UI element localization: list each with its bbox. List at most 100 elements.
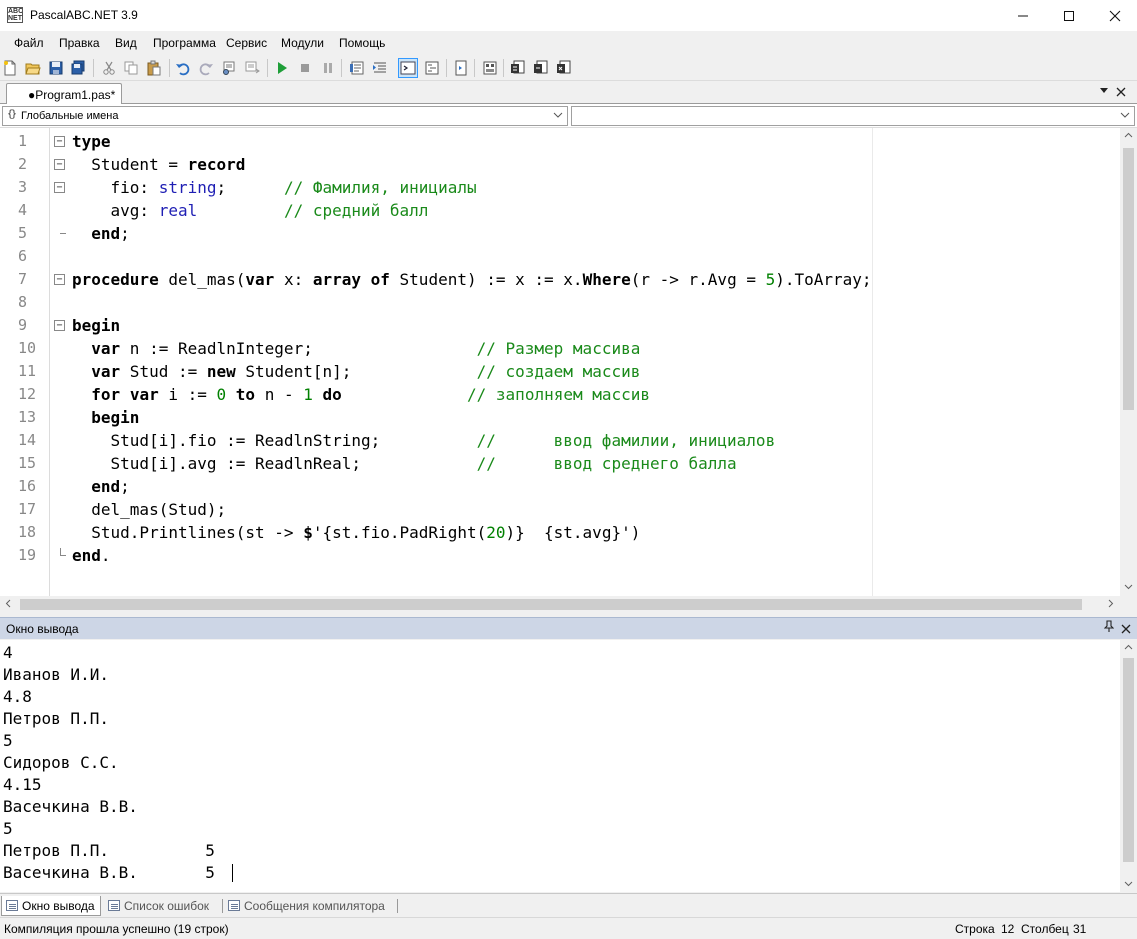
run-button[interactable] [272, 58, 292, 78]
format-code-button[interactable] [422, 58, 442, 78]
line-number: 13 [18, 408, 37, 426]
comment-button[interactable] [347, 58, 367, 78]
code-text: Stud[i].fio := ReadlnString; // ввод фам… [72, 431, 776, 450]
status-bar: Компиляция прошла успешно (19 строк) Стр… [0, 917, 1137, 939]
code-line: 3 − fio: string; // Фамилия, инициалы [0, 176, 1120, 199]
tab-compiler-messages[interactable]: Сообщения компилятора [224, 896, 394, 916]
status-message: Компиляция прошла успешно (19 строк) [4, 922, 229, 936]
code-text: begin [91, 408, 140, 427]
pause-icon [324, 63, 332, 73]
output-line: 5 [3, 731, 13, 750]
menu-bar: Файл Правка Вид Программа Сервис Модули … [0, 31, 1137, 54]
menu-service[interactable]: Сервис [226, 36, 267, 50]
step-icon [455, 60, 467, 76]
minimize-icon [1018, 15, 1028, 16]
tab-label: Список ошибок [124, 899, 210, 913]
maximize-icon [1064, 10, 1074, 21]
copy-button[interactable] [121, 58, 141, 78]
close-output-button[interactable] [1121, 619, 1131, 638]
save-all-button[interactable] [68, 58, 88, 78]
toolbar-separator [341, 59, 342, 77]
stop-button[interactable] [295, 58, 315, 78]
play-icon [278, 62, 287, 74]
tab-program1[interactable]: ●Program1.pas* [6, 83, 122, 105]
menu-edit[interactable]: Правка [59, 36, 100, 50]
fold-toggle-icon[interactable]: − [54, 320, 65, 331]
undo-button[interactable] [173, 58, 193, 78]
line-number: 16 [18, 477, 37, 495]
code-line: 6 [0, 245, 1120, 268]
menu-view[interactable]: Вид [115, 36, 137, 50]
code-editor[interactable]: 1 − type 2 − Student = record 3 − fio: s… [0, 128, 1137, 596]
pin-icon[interactable] [1103, 620, 1115, 635]
find-button[interactable] [219, 58, 239, 78]
scroll-thumb[interactable] [1123, 658, 1134, 862]
editor-horizontal-scrollbar[interactable] [0, 596, 1120, 613]
output-line: Иванов И.И. [3, 665, 109, 684]
fold-end-marker [60, 548, 66, 556]
module-c-button[interactable] [554, 58, 574, 78]
new-file-button[interactable] [0, 58, 20, 78]
menu-help[interactable]: Помощь [339, 36, 385, 50]
fold-toggle-icon[interactable]: − [54, 159, 65, 170]
scroll-thumb[interactable] [1123, 148, 1134, 410]
tab-error-list[interactable]: Список ошибок [104, 896, 222, 916]
scroll-thumb[interactable] [20, 599, 1082, 610]
redo-button[interactable] [196, 58, 216, 78]
close-window-button[interactable] [1092, 0, 1137, 31]
code-text: Student = record [72, 155, 246, 174]
tab-output-window[interactable]: Окно вывода [1, 896, 101, 916]
line-number: 7 [18, 270, 28, 288]
scroll-down-icon[interactable] [1124, 879, 1133, 891]
menu-file[interactable]: Файл [14, 36, 44, 50]
line-number: 11 [18, 362, 37, 380]
pause-button[interactable] [318, 58, 338, 78]
open-folder-icon [25, 63, 41, 75]
scroll-right-icon[interactable] [1106, 599, 1115, 611]
toolbar-separator [446, 59, 447, 77]
editor-vertical-scrollbar[interactable] [1120, 128, 1137, 596]
scroll-left-icon[interactable] [4, 599, 13, 611]
scroll-up-icon[interactable] [1124, 643, 1133, 655]
menu-program[interactable]: Программа [153, 36, 216, 50]
menu-modules[interactable]: Модули [281, 36, 324, 50]
module-b-button[interactable] [531, 58, 551, 78]
module-a-button[interactable] [508, 58, 528, 78]
code-line: 18 Stud.Printlines(st -> $'{st.fio.PadRi… [0, 521, 1120, 544]
tab-label: Сообщения компилятора [244, 899, 385, 913]
output-window[interactable]: 4 Иванов И.И. 4.8 Петров П.П. 5 Сидоров … [0, 640, 1137, 892]
tab-list-dropdown-icon[interactable] [1100, 88, 1108, 93]
replace-icon [245, 61, 260, 74]
scope-select-value: Глобальные имена [21, 110, 119, 122]
minimize-button[interactable] [1000, 0, 1046, 31]
maximize-button[interactable] [1046, 0, 1092, 31]
scroll-up-icon[interactable] [1124, 131, 1133, 143]
tab-separator [397, 899, 398, 913]
module-icon [511, 60, 525, 74]
save-button[interactable] [46, 58, 66, 78]
format-icon [425, 61, 439, 75]
output-vertical-scrollbar[interactable] [1120, 640, 1137, 892]
fold-toggle-icon[interactable]: − [54, 136, 65, 147]
redo-icon [199, 63, 213, 76]
indent-button[interactable] [370, 58, 390, 78]
output-line: 4.8 [3, 687, 32, 706]
text-caret [232, 864, 233, 882]
line-number: 9 [18, 316, 28, 334]
column-value: 31 [1073, 922, 1087, 936]
member-select[interactable] [571, 106, 1135, 126]
cut-button[interactable] [99, 58, 119, 78]
chevron-down-icon [1120, 110, 1130, 123]
fold-toggle-icon[interactable]: − [54, 274, 65, 285]
console-toggle-button[interactable] [398, 58, 418, 78]
form-designer-button[interactable] [480, 58, 500, 78]
paste-button[interactable] [144, 58, 164, 78]
scroll-down-icon[interactable] [1124, 582, 1133, 594]
replace-button[interactable] [242, 58, 262, 78]
app-icon: ABC NET [7, 7, 23, 23]
open-file-button[interactable] [23, 58, 43, 78]
fold-toggle-icon[interactable]: − [54, 182, 65, 193]
step-into-button[interactable] [451, 58, 471, 78]
close-tab-button[interactable] [1116, 83, 1126, 97]
scope-select[interactable]: {} Глобальные имена [2, 106, 568, 126]
